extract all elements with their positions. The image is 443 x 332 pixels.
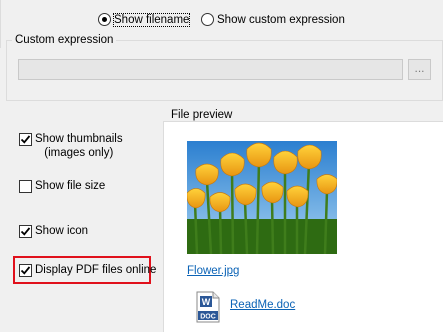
radio-selected-indicator — [98, 13, 111, 26]
checkmark-icon — [20, 135, 31, 144]
checkbox-box — [19, 225, 32, 238]
show-thumbnails-label: Show thumbnails (images only) — [35, 133, 123, 159]
readme-doc-link[interactable]: ReadMe.doc — [230, 299, 295, 311]
checkbox-box — [19, 264, 32, 277]
show-filename-label: Show filename — [112, 12, 191, 27]
display-pdf-online-checkbox[interactable]: Display PDF files online — [19, 263, 156, 277]
show-thumbnails-checkbox[interactable]: Show thumbnails (images only) — [19, 132, 123, 160]
show-icon-checkbox[interactable]: Show icon — [19, 224, 88, 238]
browse-expression-button[interactable]: ... — [408, 59, 431, 80]
custom-expression-title: Custom expression — [12, 34, 117, 46]
show-file-size-checkbox[interactable]: Show file size — [19, 179, 105, 193]
show-icon-label: Show icon — [35, 225, 89, 237]
checkmark-icon — [20, 227, 31, 236]
svg-text:DOC: DOC — [200, 314, 216, 321]
show-filename-radio[interactable]: Show filename — [98, 12, 191, 27]
display-pdf-online-label: Display PDF files online — [35, 264, 157, 276]
flower-jpg-link[interactable]: Flower.jpg — [187, 265, 239, 277]
flower-thumbnail-image — [187, 141, 337, 254]
file-preview-title: File preview — [168, 109, 236, 121]
custom-expression-input[interactable] — [18, 59, 403, 80]
show-file-size-label: Show file size — [35, 180, 106, 192]
radio-unselected-indicator — [201, 13, 214, 26]
checkbox-box — [19, 180, 32, 193]
word-document-icon: W DOC — [196, 291, 220, 323]
show-custom-expression-radio[interactable]: Show custom expression — [201, 13, 345, 26]
show-custom-expression-label: Show custom expression — [217, 13, 345, 26]
checkbox-box — [19, 133, 32, 146]
checkmark-icon — [20, 266, 31, 275]
svg-text:W: W — [202, 297, 211, 307]
